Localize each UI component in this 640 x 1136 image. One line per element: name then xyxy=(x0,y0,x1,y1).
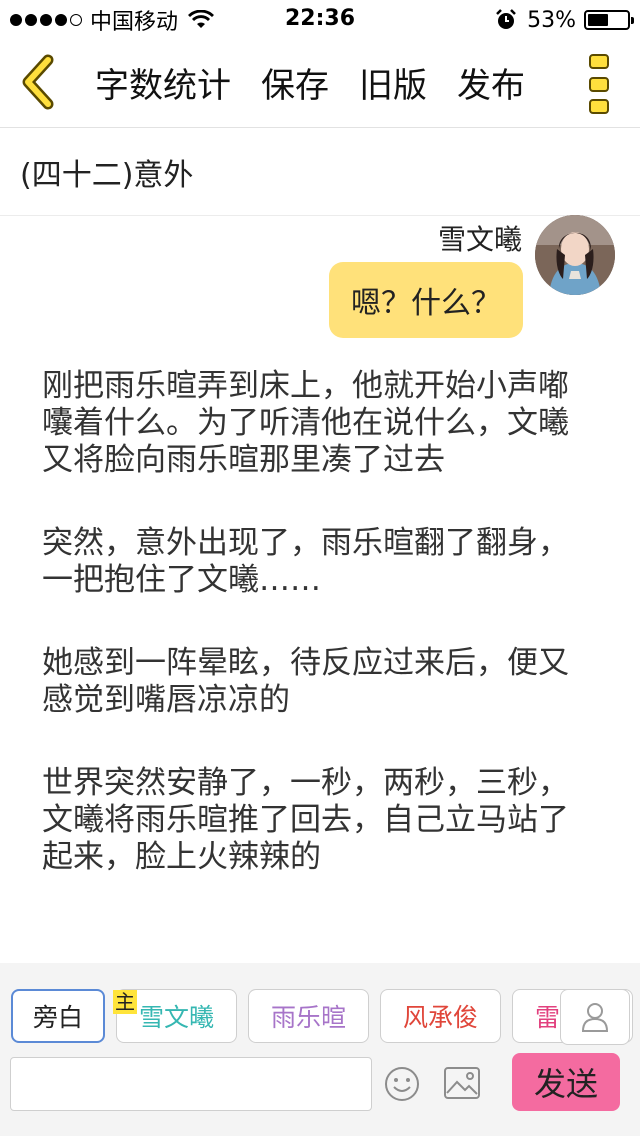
more-dots-icon[interactable] xyxy=(589,54,611,114)
user-icon xyxy=(581,1003,609,1032)
chapter-title[interactable]: (四十二)意外 xyxy=(20,150,193,194)
alarm-clock-icon xyxy=(496,9,516,29)
message-input[interactable] xyxy=(10,1057,372,1111)
main-character-tag: 主 xyxy=(113,990,137,1014)
narration-paragraph[interactable]: 世界突然安静了，一秒，两秒，三秒，文曦将雨乐暄推了回去，自己立马站了起来，脸上火… xyxy=(42,765,587,876)
character-selector: 旁白 雪文曦 雨乐暄 风承俊 雷 xyxy=(0,989,640,1045)
save-button[interactable]: 保存 xyxy=(261,58,329,107)
top-nav-bar: 字数统计 保存 旧版 发布 xyxy=(0,40,640,128)
back-button[interactable] xyxy=(18,54,58,110)
message-bubble[interactable]: 嗯？什么？ xyxy=(329,262,523,338)
battery-percent: 53% xyxy=(527,7,576,33)
back-chevron-icon xyxy=(22,54,54,110)
character-chip-yulexuan[interactable]: 雨乐暄 xyxy=(248,989,369,1043)
narration-paragraph[interactable]: 刚把雨乐暄弄到床上，他就开始小声嘟囔着什么。为了听清他在说什么，文曦又将脸向雨乐… xyxy=(42,368,587,479)
narration-paragraph[interactable]: 她感到一阵晕眩，待反应过来后，便又感觉到嘴唇凉凉的 xyxy=(42,645,587,719)
old-version-button[interactable]: 旧版 xyxy=(359,58,427,107)
battery-icon xyxy=(584,10,634,30)
emoji-button[interactable] xyxy=(384,1066,420,1102)
send-button[interactable]: 发送 xyxy=(512,1053,620,1111)
narration-paragraph[interactable]: 突然，意外出现了，雨乐暄翻了翻身，一把抱住了文曦…… xyxy=(42,525,587,599)
smiley-icon xyxy=(385,1067,419,1101)
avatar[interactable] xyxy=(535,215,615,295)
status-bar: 中国移动 22:36 53% xyxy=(0,0,640,40)
character-chip-narrator[interactable]: 旁白 xyxy=(11,989,105,1043)
publish-button[interactable]: 发布 xyxy=(457,58,525,107)
word-count-button[interactable]: 字数统计 xyxy=(95,58,231,107)
speaker-name: 雪文曦 xyxy=(437,223,522,256)
image-icon xyxy=(444,1067,480,1099)
character-chip-fengchengjun[interactable]: 风承俊 xyxy=(380,989,501,1043)
chapter-header: (四十二)意外 xyxy=(0,128,640,216)
narration-text: 刚把雨乐暄弄到床上，他就开始小声嘟囔着什么。为了听清他在说什么，文曦又将脸向雨乐… xyxy=(42,368,587,922)
add-character-button[interactable] xyxy=(560,989,630,1045)
image-button[interactable] xyxy=(443,1066,481,1100)
